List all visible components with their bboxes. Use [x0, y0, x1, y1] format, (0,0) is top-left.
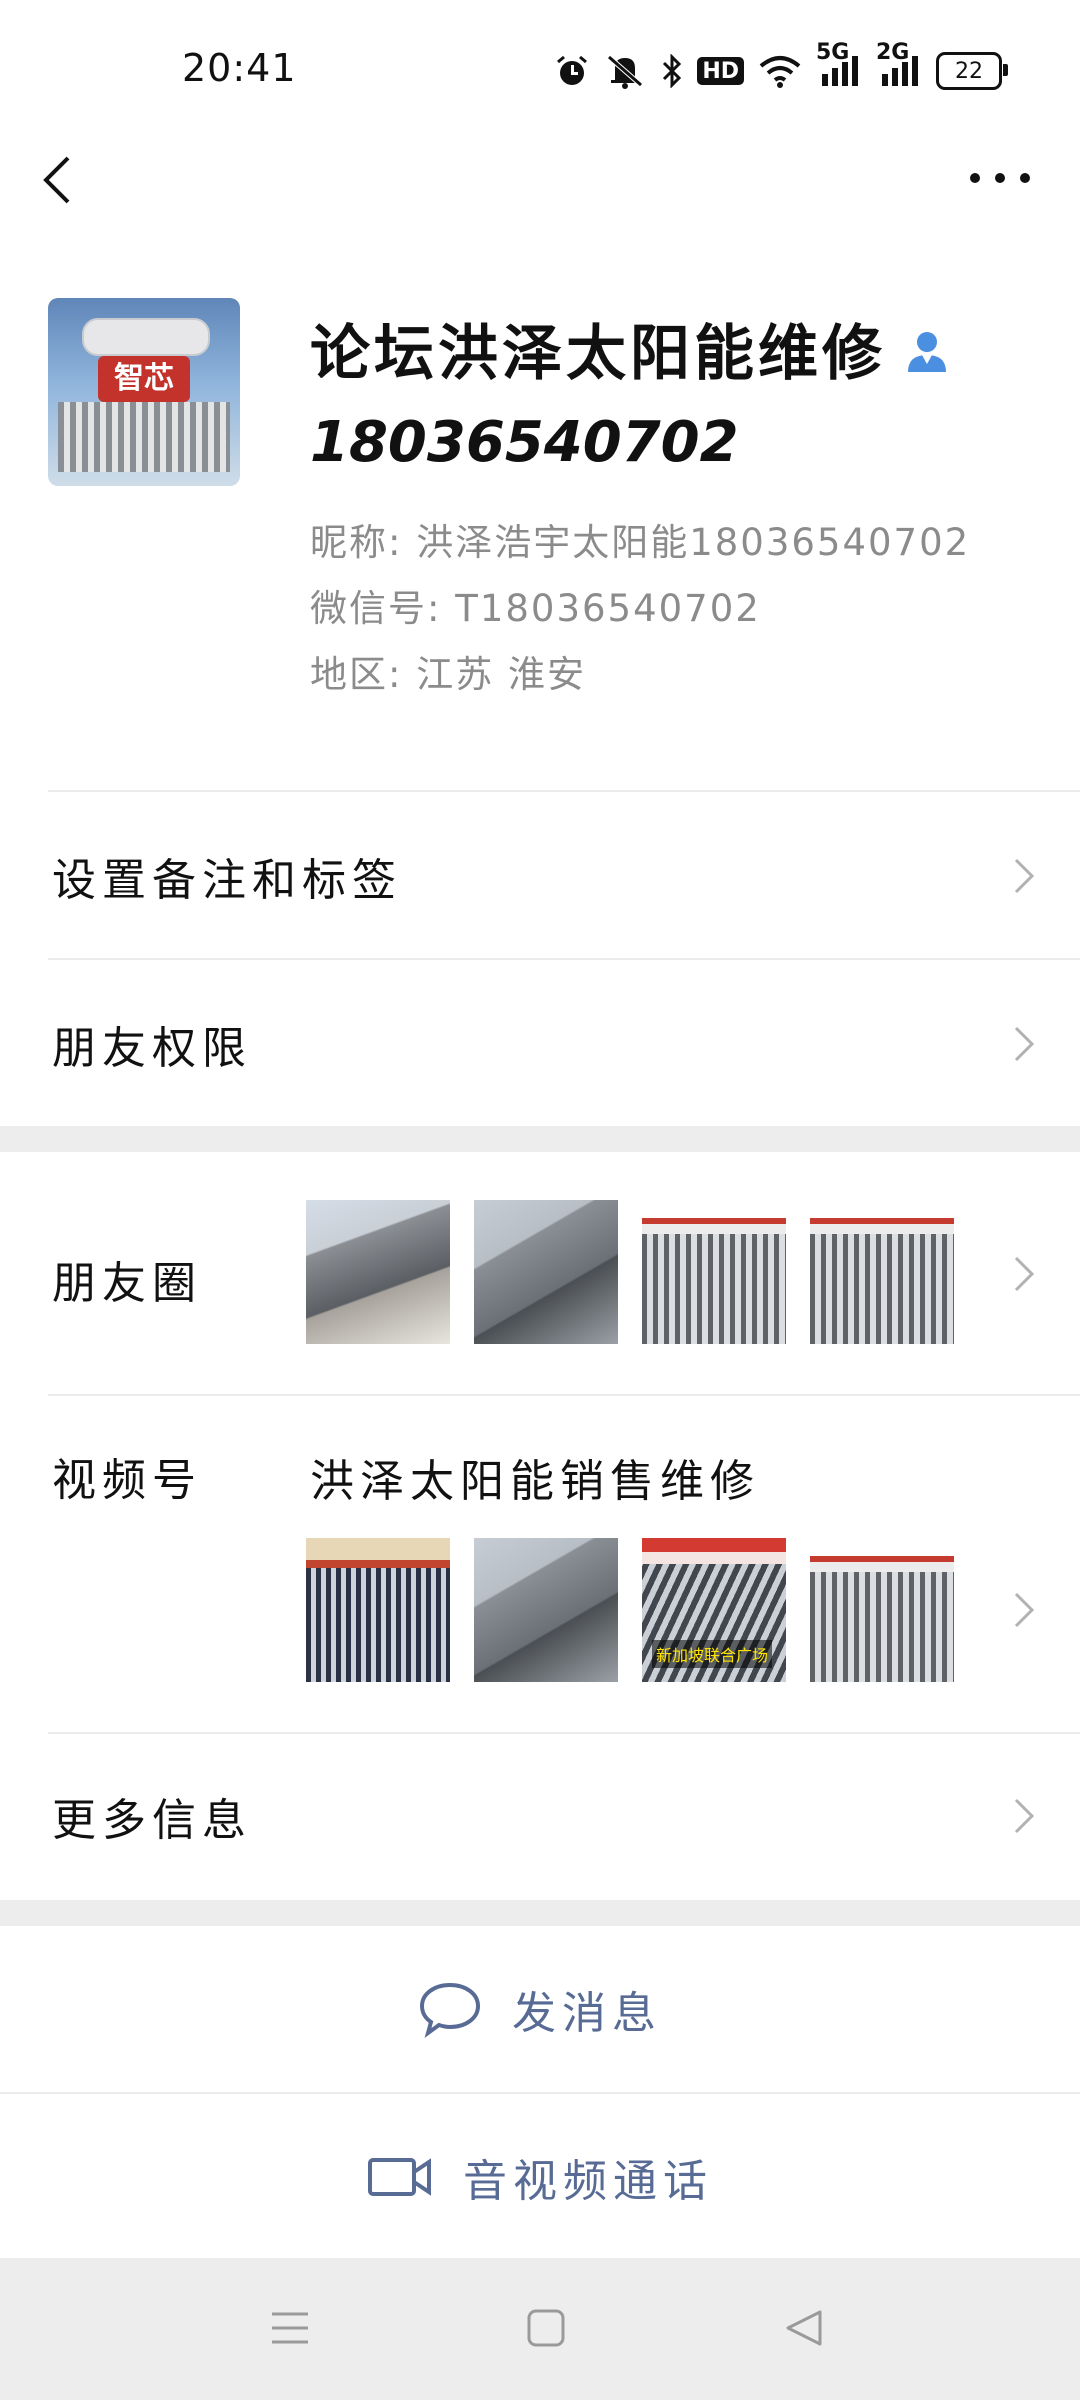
back-nav-icon[interactable] [784, 2308, 824, 2348]
battery-icon: 22 [936, 52, 1008, 90]
status-time: 20:41 [182, 46, 297, 90]
chevron-right-icon [1014, 1798, 1035, 1834]
profile-nickname: 昵称: 洪泽浩宇太阳能18036540702 [310, 521, 971, 564]
avatar-tubes [58, 402, 230, 472]
chevron-right-icon [1014, 1026, 1035, 1062]
profile-phone: 18036540702 [310, 410, 739, 475]
moments-thumbnail [642, 1200, 786, 1344]
section-gap [0, 1900, 1080, 1926]
channels-thumbnail [474, 1538, 618, 1682]
hd-icon: HD [697, 57, 744, 85]
channels-label: 视频号 [52, 1455, 202, 1506]
avatar-brand: 智芯 [98, 356, 190, 402]
status-icons: HD 5G 2G 22 [555, 40, 1008, 94]
section-gap [0, 1126, 1080, 1152]
verified-user-icon [908, 332, 946, 373]
more-info-row[interactable]: 更多信息 [0, 1734, 1080, 1900]
profile-wechat-id: 微信号: T18036540702 [310, 587, 761, 630]
menu-icon[interactable] [270, 2308, 310, 2348]
dot-icon [970, 173, 980, 183]
back-button[interactable] [38, 150, 78, 210]
profile-region: 地区: 江苏 淮安 [310, 653, 586, 696]
channels-thumbnail-caption: 新加坡联合广场 [652, 1640, 773, 1668]
moments-row[interactable]: 朋友圈 [0, 1152, 1080, 1394]
chevron-left-icon [43, 156, 70, 204]
video-call-icon [368, 2158, 431, 2196]
status-bar: 20:41 HD 5G 2G 22 [0, 0, 1080, 130]
moments-thumbnail [474, 1200, 618, 1344]
dot-icon [1020, 173, 1030, 183]
set-remark-row[interactable]: 设置备注和标签 [0, 792, 1080, 958]
profile-name: 论坛洪泽太阳能维修 [310, 305, 950, 392]
more-options-button[interactable] [970, 160, 1030, 196]
chat-bubble-icon [419, 1982, 481, 2038]
channels-thumbnail: 新加坡联合广场 [642, 1538, 786, 1682]
moments-thumbnail [810, 1200, 954, 1344]
friend-permission-label: 朋友权限 [52, 1023, 252, 1074]
moments-thumbnail [306, 1200, 450, 1344]
bluetooth-icon [661, 54, 683, 88]
set-remark-label: 设置备注和标签 [52, 855, 402, 906]
avatar-tank [82, 318, 210, 356]
signal-5g-icon: 5G [816, 40, 862, 88]
av-call-button[interactable]: 音视频通话 [0, 2094, 1080, 2260]
signal-2g-icon: 2G [876, 40, 922, 88]
send-message-button[interactable]: 发消息 [0, 1926, 1080, 2092]
profile-name-text: 论坛洪泽太阳能维修 [310, 319, 886, 389]
send-message-label: 发消息 [512, 1988, 662, 2039]
avatar[interactable]: 智芯 [48, 298, 240, 486]
wifi-icon [758, 54, 802, 88]
home-icon[interactable] [526, 2308, 566, 2348]
mute-icon [603, 53, 647, 89]
av-call-label: 音视频通话 [463, 2156, 713, 2207]
dot-icon [995, 173, 1005, 183]
channels-thumbnail [810, 1538, 954, 1682]
chevron-right-icon [1014, 1256, 1035, 1292]
friend-permission-row[interactable]: 朋友权限 [0, 960, 1080, 1126]
system-nav-bar [0, 2258, 1080, 2400]
channels-name: 洪泽太阳能销售维修 [310, 1456, 760, 1507]
channels-thumbnail [306, 1538, 450, 1682]
chevron-right-icon [1014, 1592, 1035, 1628]
moments-label: 朋友圈 [52, 1258, 202, 1309]
more-info-label: 更多信息 [52, 1795, 252, 1846]
alarm-icon [555, 54, 589, 88]
chevron-right-icon [1014, 858, 1035, 894]
